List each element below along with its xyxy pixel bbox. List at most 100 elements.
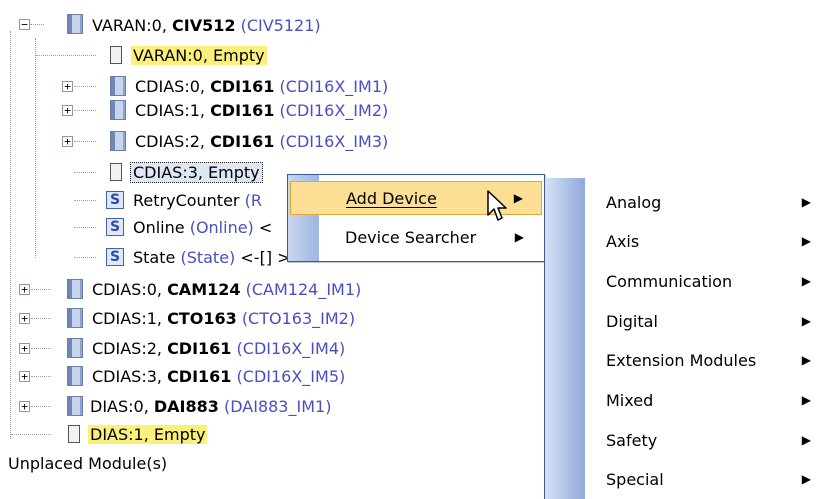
expand-toggle[interactable]: + [19, 401, 30, 412]
tree-label: CDIAS:2, CDI161 (CDI16X_IM3) [133, 132, 390, 151]
tree-label: CDIAS:1, CTO163 (CTO163_IM2) [90, 309, 357, 328]
device-type: (CTO163_IM2) [241, 308, 356, 328]
submenu-item-axis[interactable]: Axis ▶ [545, 221, 820, 261]
device-type: (DAI883_IM1) [224, 396, 332, 416]
device-type: (CDI16X_IM3) [279, 131, 389, 151]
submenu-arrow-icon: ▶ [801, 195, 811, 209]
tree-row-cdias2-cdi161[interactable]: + CDIAS:2, CDI161 (CDI16X_IM4) [0, 335, 420, 361]
tree-row-unplaced[interactable]: Unplaced Module(s) [0, 450, 300, 476]
menu-item-label: Safety [606, 430, 658, 450]
tree-connector [31, 376, 51, 377]
device-name: CDI161 [167, 366, 232, 386]
empty-slot-icon [110, 46, 122, 64]
slot-text: DIAS:0, [90, 396, 154, 416]
device-icon [67, 366, 83, 386]
tree-row-cdias0[interactable]: + CDIAS:0, CDI161 (CDI16X_IM1) [0, 73, 480, 99]
menu-item-label: Extension Modules [606, 350, 757, 370]
menu-item-label: Axis [606, 231, 640, 251]
expand-toggle[interactable]: + [62, 136, 73, 147]
tree-label: DIAS:1, Empty [88, 424, 208, 444]
submenu-item-analog[interactable]: Analog ▶ [545, 182, 820, 222]
menu-item-device-searcher[interactable]: Device Searcher ▶ [290, 220, 542, 254]
device-icon [110, 76, 126, 96]
tree-row-cdias2[interactable]: + CDIAS:2, CDI161 (CDI16X_IM3) [0, 128, 480, 154]
tree-row-varan[interactable]: − VARAN:0, CIV512 (CIV5121) [0, 12, 360, 38]
expand-toggle[interactable]: + [19, 284, 30, 295]
slot-text: CDIAS:0, [135, 76, 211, 96]
tree-connector [31, 348, 51, 349]
submenu-item-safety[interactable]: Safety ▶ [545, 420, 820, 460]
submenu-item-communication[interactable]: Communication ▶ [545, 261, 820, 301]
tree-row-online[interactable]: S Online (Online) < [0, 214, 300, 240]
signal-type: (Online) [189, 217, 254, 237]
tree-row-varan-empty[interactable]: VARAN:0, Empty [0, 42, 320, 68]
menu-item-label: Device Searcher [345, 227, 477, 247]
tree-connector [30, 24, 44, 25]
device-type: (CDI16X_IM1) [279, 76, 389, 96]
tree-connector [31, 289, 51, 290]
tree-row-retrycounter[interactable]: S RetryCounter (R [0, 187, 300, 213]
menu-item-label: Digital [606, 311, 658, 331]
empty-slot-icon [68, 425, 80, 443]
tree-row-state[interactable]: S State (State) <-[] > [0, 244, 300, 270]
device-icon [67, 308, 83, 328]
tree-connector [31, 406, 51, 407]
menu-item-label: Add Device [346, 188, 437, 208]
slot-text: CDIAS:2, [92, 338, 168, 358]
submenu-arrow-icon: ▶ [801, 234, 811, 248]
tree-row-dias1-empty[interactable]: DIAS:1, Empty [0, 421, 300, 447]
device-icon [110, 100, 126, 120]
tree-row-dias0[interactable]: + DIAS:0, DAI883 (DAI883_IM1) [0, 393, 420, 419]
tree-label: CDIAS:0, CAM124 (CAM124_IM1) [90, 280, 363, 299]
tree-label: CDIAS:1, CDI161 (CDI16X_IM2) [133, 101, 390, 120]
tree-label: State (State) <-[] > [131, 248, 293, 267]
device-icon [67, 14, 83, 34]
tree-row-cdias3-empty[interactable]: CDIAS:3, Empty [0, 159, 300, 185]
device-name: CTO163 [167, 308, 237, 328]
expand-toggle[interactable]: + [62, 81, 73, 92]
menu-item-label: Communication [606, 271, 733, 291]
tree-connector [36, 55, 96, 56]
tree-connector [74, 110, 96, 111]
submenu-item-special[interactable]: Special ▶ [545, 459, 820, 499]
expand-toggle[interactable]: + [19, 313, 30, 324]
tree-label: VARAN:0, CIV512 (CIV5121) [90, 16, 323, 35]
signal-link: < [258, 217, 273, 237]
device-type: (CAM124_IM1) [245, 279, 362, 299]
menu-item-label: Special [606, 469, 664, 489]
tree-row-cdias0-cam124[interactable]: + CDIAS:0, CAM124 (CAM124_IM1) [0, 276, 420, 302]
tree-label: Unplaced Module(s) [8, 453, 168, 473]
device-name: CAM124 [167, 279, 241, 299]
tree-label: CDIAS:3, CDI161 (CDI16X_IM5) [90, 367, 347, 386]
add-device-submenu: Analog ▶ Axis ▶ Communication ▶ Digital ▶ Ex… [544, 178, 820, 499]
signal-type: (R [244, 190, 262, 210]
device-name: CIV512 [172, 15, 236, 35]
signal-link: <-[] > [240, 247, 291, 267]
submenu-item-extension-modules[interactable]: Extension Modules ▶ [545, 340, 820, 380]
submenu-arrow-icon: ▶ [801, 393, 811, 407]
signal-name: RetryCounter [133, 190, 240, 210]
tree-row-cdias1-cto163[interactable]: + CDIAS:1, CTO163 (CTO163_IM2) [0, 305, 420, 331]
expand-toggle[interactable]: + [19, 371, 30, 382]
device-icon [67, 338, 83, 358]
submenu-arrow-icon: ▶ [801, 353, 811, 367]
slot-text: CDIAS:0, [92, 279, 168, 299]
expand-toggle[interactable]: + [19, 343, 30, 354]
submenu-item-mixed[interactable]: Mixed ▶ [545, 380, 820, 420]
device-icon [67, 279, 83, 299]
tree-label-selected: CDIAS:3, Empty [130, 161, 263, 183]
collapse-toggle[interactable]: − [19, 19, 30, 30]
device-icon [67, 396, 83, 416]
tree-label: RetryCounter (R [131, 191, 264, 210]
tree-connector [74, 257, 96, 258]
submenu-item-digital[interactable]: Digital ▶ [545, 301, 820, 341]
submenu-arrow-icon: ▶ [514, 230, 524, 244]
tree-row-cdias1[interactable]: + CDIAS:1, CDI161 (CDI16X_IM2) [0, 97, 480, 123]
expand-toggle[interactable]: + [62, 105, 73, 116]
signal-name: State [133, 247, 176, 267]
device-type: (CIV5121) [240, 15, 321, 35]
submenu-arrow-icon: ▶ [513, 191, 523, 205]
signal-icon: S [106, 191, 124, 209]
tree-row-cdias3-cdi161[interactable]: + CDIAS:3, CDI161 (CDI16X_IM5) [0, 363, 420, 389]
signal-icon: S [106, 218, 124, 236]
